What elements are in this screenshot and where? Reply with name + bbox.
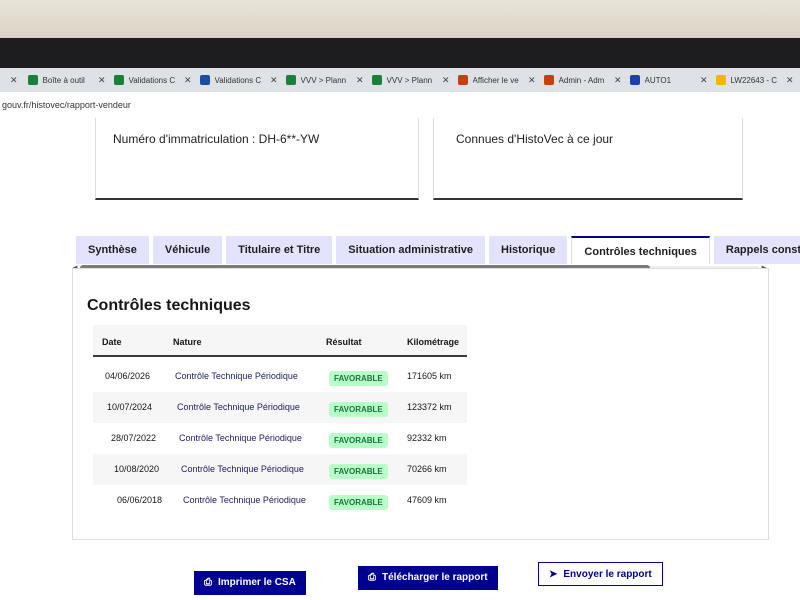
browser-tab[interactable]: Afficher le ve ✕: [454, 70, 540, 90]
auto1-favicon-icon: [629, 75, 640, 85]
drive-favicon-icon: [715, 75, 726, 85]
browser-tab[interactable]: Validations C ✕: [110, 70, 196, 90]
tab-synthese[interactable]: Synthèse: [76, 236, 149, 264]
info-box-immat: Numéro d'immatriculation : DH-6**-YW: [95, 118, 419, 200]
immat-text: Numéro d'immatriculation : DH-6**-YW: [113, 132, 320, 146]
tab-situation-administrative[interactable]: Situation administrative: [336, 236, 485, 264]
table-row: 04/06/2026 Contrôle Technique Périodique…: [93, 361, 467, 392]
close-icon[interactable]: ✕: [614, 75, 622, 86]
row-km: 171605 km: [407, 371, 452, 381]
background-wall: [0, 0, 800, 40]
report-tabs: Synthèse Véhicule Titulaire et Titre Sit…: [76, 236, 800, 264]
browser-tab[interactable]: Boîte à outil ✕: [24, 70, 110, 90]
close-icon[interactable]: ✕: [700, 75, 708, 86]
url-text: gouv.fr/histovec/rapport-vendeur: [2, 100, 131, 110]
close-icon[interactable]: ✕: [98, 75, 106, 86]
table-row: 28/07/2022 Contrôle Technique Périodique…: [93, 423, 467, 454]
address-bar[interactable]: gouv.fr/histovec/rapport-vendeur: [0, 92, 800, 119]
header-date: Date: [102, 337, 122, 347]
envoyer-rapport-button[interactable]: ➤ Envoyer le rapport: [538, 562, 663, 586]
imprimer-csa-button[interactable]: ⎙ Imprimer le CSA: [194, 571, 306, 595]
tab-titulaire[interactable]: Titulaire et Titre: [226, 236, 333, 264]
header-nature: Nature: [173, 337, 202, 347]
row-km: 47609 km: [407, 495, 447, 505]
doc-favicon-icon: [199, 75, 210, 85]
sheets-favicon-icon: [371, 75, 382, 85]
connues-text: Connues d'HistoVec à ce jour: [456, 132, 614, 146]
status-badge: FAVORABLE: [329, 402, 388, 417]
row-nature: Contrôle Technique Périodique: [183, 495, 306, 505]
row-nature: Contrôle Technique Périodique: [181, 464, 304, 474]
admin-favicon-icon: [457, 75, 468, 85]
header-km: Kilométrage: [407, 337, 460, 347]
close-icon[interactable]: ✕: [184, 75, 192, 86]
tab-historique[interactable]: Historique: [489, 236, 568, 264]
sheets-favicon-icon: [27, 75, 38, 85]
info-box-connues: Connues d'HistoVec à ce jour: [433, 118, 743, 200]
sheets-favicon-icon: [285, 75, 296, 85]
send-icon: ➤: [549, 569, 558, 580]
telecharger-rapport-button[interactable]: ⎙ Télécharger le rapport: [358, 566, 498, 590]
page-content: Numéro d'immatriculation : DH-6**-YW Con…: [0, 118, 800, 600]
close-icon[interactable]: ✕: [356, 75, 364, 86]
close-icon[interactable]: ✕: [786, 75, 794, 86]
browser-tab-bar: ✕ Boîte à outil ✕ Validations C ✕ Validati…: [0, 68, 800, 92]
browser-tab[interactable]: VVV > Plann ✕: [282, 70, 368, 90]
row-date: 10/07/2024: [107, 402, 153, 412]
tab-close-icon[interactable]: ✕: [0, 75, 24, 86]
printer-icon: ⎙: [204, 577, 212, 588]
status-badge: FAVORABLE: [329, 433, 388, 448]
header-resultat: Résultat: [326, 337, 362, 347]
download-icon: ⎙: [368, 572, 376, 583]
section-title: Contrôles techniques: [87, 297, 251, 314]
row-nature: Contrôle Technique Périodique: [175, 371, 298, 381]
row-nature: Contrôle Technique Périodique: [177, 402, 300, 412]
row-km: 92332 km: [407, 433, 447, 443]
browser-tab[interactable]: VVV > Plann ✕: [368, 70, 454, 90]
row-date: 28/07/2022: [111, 433, 157, 443]
status-badge: FAVORABLE: [329, 495, 388, 510]
row-date: 06/06/2018: [117, 495, 163, 505]
close-icon[interactable]: ✕: [528, 75, 536, 86]
table-header: Date Nature Résultat Kilométrage: [93, 325, 467, 357]
tab-vehicule[interactable]: Véhicule: [152, 236, 223, 264]
browser-tab[interactable]: LW22643 - C ✕: [712, 70, 798, 90]
tab-controles-techniques[interactable]: Contrôles techniques: [571, 236, 710, 264]
table-row: 10/07/2024 Contrôle Technique Périodique…: [93, 392, 467, 423]
monitor-bezel: [0, 38, 800, 70]
sheets-favicon-icon: [113, 75, 124, 85]
browser-tab[interactable]: Validations C ✕: [196, 70, 282, 90]
status-badge: FAVORABLE: [329, 371, 388, 386]
row-nature: Contrôle Technique Périodique: [179, 433, 302, 443]
close-icon[interactable]: ✕: [442, 75, 450, 86]
close-icon[interactable]: ✕: [270, 75, 278, 86]
browser-tab[interactable]: AUTO1 ✕: [626, 70, 712, 90]
row-km: 70266 km: [407, 464, 447, 474]
row-km: 123372 km: [407, 402, 452, 412]
controles-panel: Contrôles techniques Date Nature Résulta…: [72, 268, 769, 540]
row-date: 10/08/2020: [114, 464, 160, 474]
browser-tab[interactable]: Admin - Adm ✕: [540, 70, 626, 90]
admin-favicon-icon: [543, 75, 554, 85]
tab-rappels-constructeur[interactable]: Rappels constru: [713, 236, 800, 264]
table-row: 10/08/2020 Contrôle Technique Périodique…: [93, 454, 467, 485]
table-row: 06/06/2018 Contrôle Technique Périodique…: [93, 485, 467, 516]
status-badge: FAVORABLE: [329, 464, 388, 479]
row-date: 04/06/2026: [105, 371, 151, 381]
